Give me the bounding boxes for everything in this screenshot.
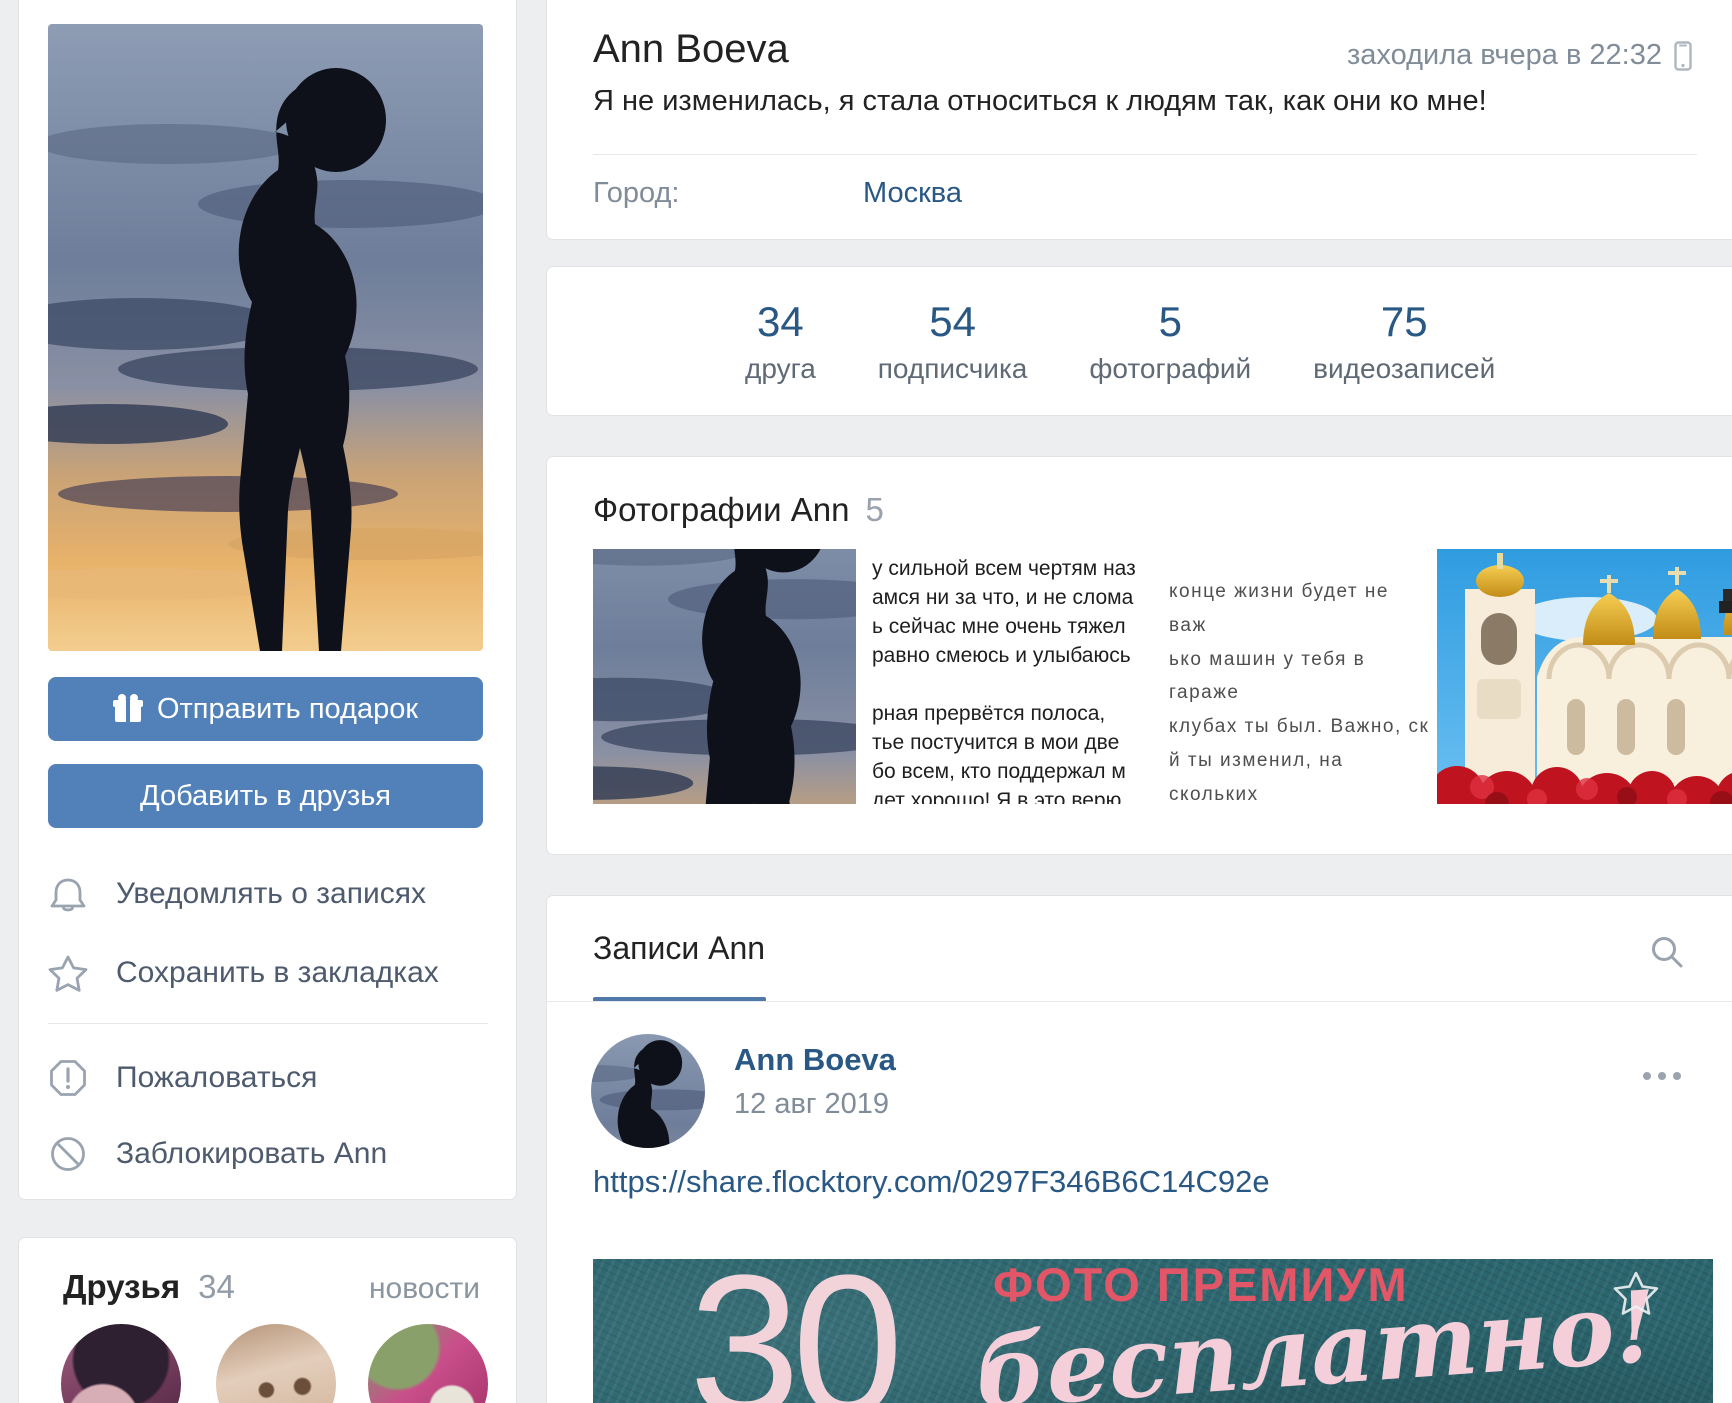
add-friend-label: Добавить в друзья	[140, 780, 391, 813]
friends-header: Друзья 34 новости	[63, 1268, 480, 1306]
friend-avatar[interactable]	[61, 1324, 181, 1403]
mobile-phone-icon	[1674, 41, 1692, 71]
vk-profile-page: Отправить подарок Добавить в друзья Увед…	[0, 0, 1732, 1403]
friends-news-link[interactable]: новости	[369, 1272, 480, 1306]
bell-icon	[48, 874, 88, 914]
report-label: Пожаловаться	[116, 1061, 317, 1095]
sunset-silhouette-thumb-image	[593, 549, 856, 804]
last-seen: заходила вчера в 22:32	[1347, 39, 1692, 72]
photo-thumbnail-sunset[interactable]	[593, 549, 856, 804]
dot	[1673, 1072, 1681, 1080]
counters-card: 34 друга 54 подписчика 5 фотографий 75 в…	[546, 266, 1732, 416]
header-divider	[593, 154, 1697, 155]
photos-row: у сильной всем чертям наз амся ни за что…	[593, 549, 1732, 804]
sidebar-divider	[48, 1023, 488, 1024]
counter-value: 5	[1159, 299, 1182, 345]
counter-label: фотографий	[1089, 353, 1251, 385]
counter-label: видеозаписей	[1313, 353, 1495, 385]
counter-friends[interactable]: 34 друга	[745, 299, 816, 385]
posts-card: Записи Ann Ann Boeva 12 авг 2019 https:/…	[546, 895, 1732, 1403]
counter-label: подписчика	[878, 353, 1028, 385]
block-user-item[interactable]: Заблокировать Ann	[48, 1131, 488, 1177]
counter-photos[interactable]: 5 фотографий	[1089, 299, 1251, 385]
posts-header-divider	[547, 1001, 1732, 1002]
dot	[1643, 1072, 1651, 1080]
friend-avatar[interactable]	[216, 1324, 336, 1403]
last-seen-text: заходила вчера в 22:32	[1347, 39, 1662, 72]
counter-value: 54	[929, 299, 976, 345]
quote-text: у сильной всем чертям наз амся ни за что…	[872, 555, 1149, 804]
photos-header[interactable]: Фотографии Ann 5	[593, 491, 884, 529]
add-friend-button[interactable]: Добавить в друзья	[48, 764, 483, 828]
post-date[interactable]: 12 авг 2019	[734, 1088, 889, 1121]
counter-value: 75	[1381, 299, 1428, 345]
photo-thumbnail-quote-text[interactable]: у сильной всем чертям наз амся ни за что…	[862, 549, 1149, 804]
post-banner-image[interactable]: 30 ФОТО ПРЕМИУМ бесплатно!	[593, 1259, 1713, 1403]
posts-tab[interactable]: Записи Ann	[593, 930, 765, 967]
banner-star-icon	[1611, 1269, 1661, 1319]
post-avatar-image	[591, 1034, 705, 1148]
block-icon	[48, 1134, 88, 1174]
city-link[interactable]: Москва	[863, 177, 962, 210]
star-icon	[48, 953, 88, 993]
friends-card: Друзья 34 новости	[18, 1237, 517, 1403]
counter-value: 34	[757, 299, 804, 345]
city-label: Город:	[593, 177, 863, 210]
notify-posts-label: Уведомлять о записях	[116, 877, 426, 911]
post-author-link[interactable]: Ann Boeva	[734, 1042, 896, 1078]
photos-card: Фотографии Ann 5 у сильной всем чертям н…	[546, 456, 1732, 855]
send-gift-button[interactable]: Отправить подарок	[48, 677, 483, 741]
sunset-silhouette-image	[48, 24, 483, 651]
counter-videos[interactable]: 75 видеозаписей	[1313, 299, 1495, 385]
profile-photo[interactable]	[48, 24, 483, 651]
friends-title[interactable]: Друзья	[63, 1268, 180, 1306]
handwritten-text: конце жизни будет не важ ько машин у теб…	[1169, 575, 1431, 804]
photo-thumbnail-church[interactable]	[1437, 549, 1732, 804]
profile-header-card: Ann Boeva заходила вчера в 22:32 Я не из…	[546, 0, 1732, 240]
post-more-options-button[interactable]	[1643, 1072, 1681, 1080]
report-icon	[48, 1058, 88, 1098]
block-user-label: Заблокировать Ann	[116, 1137, 387, 1171]
save-bookmark-item[interactable]: Сохранить в закладках	[48, 950, 488, 996]
report-item[interactable]: Пожаловаться	[48, 1055, 488, 1101]
dot	[1658, 1072, 1666, 1080]
church-image	[1437, 549, 1732, 804]
save-bookmark-label: Сохранить в закладках	[116, 956, 439, 990]
profile-card: Отправить подарок Добавить в друзья Увед…	[18, 0, 517, 1200]
counter-followers[interactable]: 54 подписчика	[878, 299, 1028, 385]
gift-icon	[113, 694, 143, 724]
friend-avatar[interactable]	[368, 1324, 488, 1403]
friends-count: 34	[198, 1268, 235, 1306]
photos-title: Фотографии Ann	[593, 491, 849, 529]
profile-status[interactable]: Я не изменилась, я стала относиться к лю…	[593, 85, 1487, 118]
photos-count: 5	[865, 491, 883, 529]
photo-thumbnail-handwritten-text[interactable]: конце жизни будет не важ ько машин у теб…	[1155, 549, 1431, 804]
notify-posts-item[interactable]: Уведомлять о записях	[48, 871, 488, 917]
city-row: Город: Москва	[593, 177, 962, 210]
send-gift-label: Отправить подарок	[157, 693, 418, 726]
post-link[interactable]: https://share.flocktory.com/0297F346B6C1…	[593, 1164, 1270, 1200]
post-author-avatar[interactable]	[591, 1034, 705, 1148]
counter-label: друга	[745, 353, 816, 385]
profile-name: Ann Boeva	[593, 27, 789, 72]
banner-number: 30	[689, 1259, 895, 1403]
counters-row: 34 друга 54 подписчика 5 фотографий 75 в…	[745, 299, 1495, 385]
search-icon[interactable]	[1649, 934, 1685, 970]
